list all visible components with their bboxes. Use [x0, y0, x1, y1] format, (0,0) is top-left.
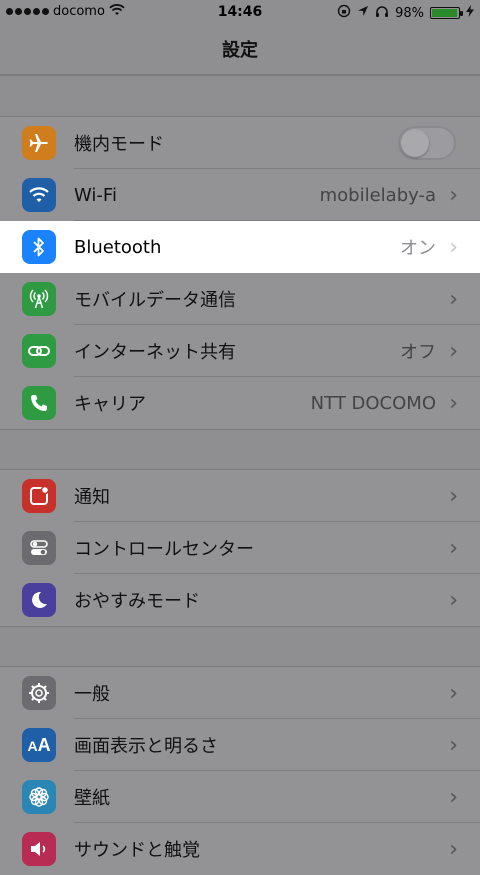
speaker-icon — [22, 832, 56, 866]
charging-icon — [466, 5, 474, 21]
headphones-icon — [375, 5, 389, 22]
chevron-right-icon: › — [449, 535, 458, 561]
settings-row-wifi[interactable]: Wi-Fi mobilelaby-a › — [0, 169, 480, 221]
chevron-right-icon: › — [449, 338, 458, 364]
settings-row-general[interactable]: 一般 › — [0, 667, 480, 719]
chevron-right-icon: › — [449, 483, 458, 509]
location-icon — [357, 5, 369, 21]
gear-icon — [22, 676, 56, 710]
toggles-icon — [22, 531, 56, 565]
settings-row-wallpaper[interactable]: 壁紙 › — [0, 771, 480, 823]
airplane-mode-toggle[interactable] — [398, 126, 456, 160]
settings-row-do-not-disturb[interactable]: おやすみモード › — [0, 574, 480, 626]
settings-row-label: キャリア — [74, 394, 146, 415]
chevron-right-icon: › — [449, 836, 458, 862]
flower-icon — [22, 780, 56, 814]
settings-row-personal-hotspot[interactable]: インターネット共有 オフ › — [0, 325, 480, 377]
settings-row-label: サウンドと触覚 — [74, 840, 200, 861]
settings-row-label: コントロールセンター — [74, 539, 254, 560]
settings-row-label: 機内モード — [74, 134, 164, 155]
phone-icon — [22, 386, 56, 420]
settings-row-airplane-mode[interactable]: 機内モード — [0, 117, 480, 169]
chevron-right-icon: › — [449, 587, 458, 613]
settings-row-bluetooth[interactable]: Bluetooth オン › — [0, 221, 480, 273]
settings-row-control-center[interactable]: コントロールセンター › — [0, 522, 480, 574]
chevron-right-icon: › — [449, 784, 458, 810]
settings-row-value: mobilelaby-a — [319, 184, 436, 206]
bluetooth-icon — [22, 230, 56, 264]
status-bar: docomo 14:46 98% — [0, 0, 480, 24]
chevron-right-icon: › — [449, 286, 458, 312]
settings-row-label: モバイルデータ通信 — [74, 290, 236, 311]
chevron-right-icon: › — [449, 234, 458, 260]
settings-row-mobile-data[interactable]: モバイルデータ通信 › — [0, 273, 480, 325]
settings-row-sounds-haptics[interactable]: サウンドと触覚 › — [0, 823, 480, 875]
moon-icon — [22, 583, 56, 617]
settings-row-carrier[interactable]: キャリア NTT DOCOMO › — [0, 377, 480, 429]
settings-row-value: オフ — [400, 342, 436, 363]
nav-bar: 設定 — [0, 24, 480, 75]
chevron-right-icon: › — [449, 390, 458, 416]
settings-row-label: 壁紙 — [74, 788, 110, 809]
section-spacer — [0, 429, 480, 470]
settings-row-label: Bluetooth — [74, 236, 162, 258]
status-right: 98% — [337, 4, 474, 22]
settings-row-value: NTT DOCOMO — [310, 392, 436, 414]
section-spacer — [0, 626, 480, 667]
text-size-glyph: AA — [27, 734, 51, 755]
settings-row-display-brightness[interactable]: AA 画面表示と明るさ › — [0, 719, 480, 771]
notification-icon — [22, 479, 56, 513]
chevron-right-icon: › — [449, 680, 458, 706]
chevron-right-icon: › — [449, 732, 458, 758]
antenna-icon — [22, 282, 56, 316]
airplane-icon — [22, 126, 56, 160]
wifi-icon — [22, 178, 56, 212]
text-size-icon: AA — [22, 728, 56, 762]
settings-row-notifications[interactable]: 通知 › — [0, 470, 480, 522]
settings-row-label: 画面表示と明るさ — [74, 736, 218, 757]
battery-percent: 98% — [395, 5, 424, 21]
page-title: 設定 — [222, 40, 258, 61]
settings-row-label: Wi-Fi — [74, 184, 117, 206]
section-spacer — [0, 75, 480, 117]
rotation-lock-icon — [337, 4, 351, 22]
battery-icon — [430, 7, 463, 19]
settings-row-label: インターネット共有 — [74, 342, 236, 363]
settings-row-label: 通知 — [74, 487, 110, 508]
settings-row-label: 一般 — [74, 684, 110, 705]
chevron-right-icon: › — [449, 182, 458, 208]
settings-row-value: オン — [400, 238, 436, 259]
toggle-knob — [401, 129, 429, 157]
link-icon — [22, 334, 56, 368]
settings-row-label: おやすみモード — [74, 591, 200, 612]
